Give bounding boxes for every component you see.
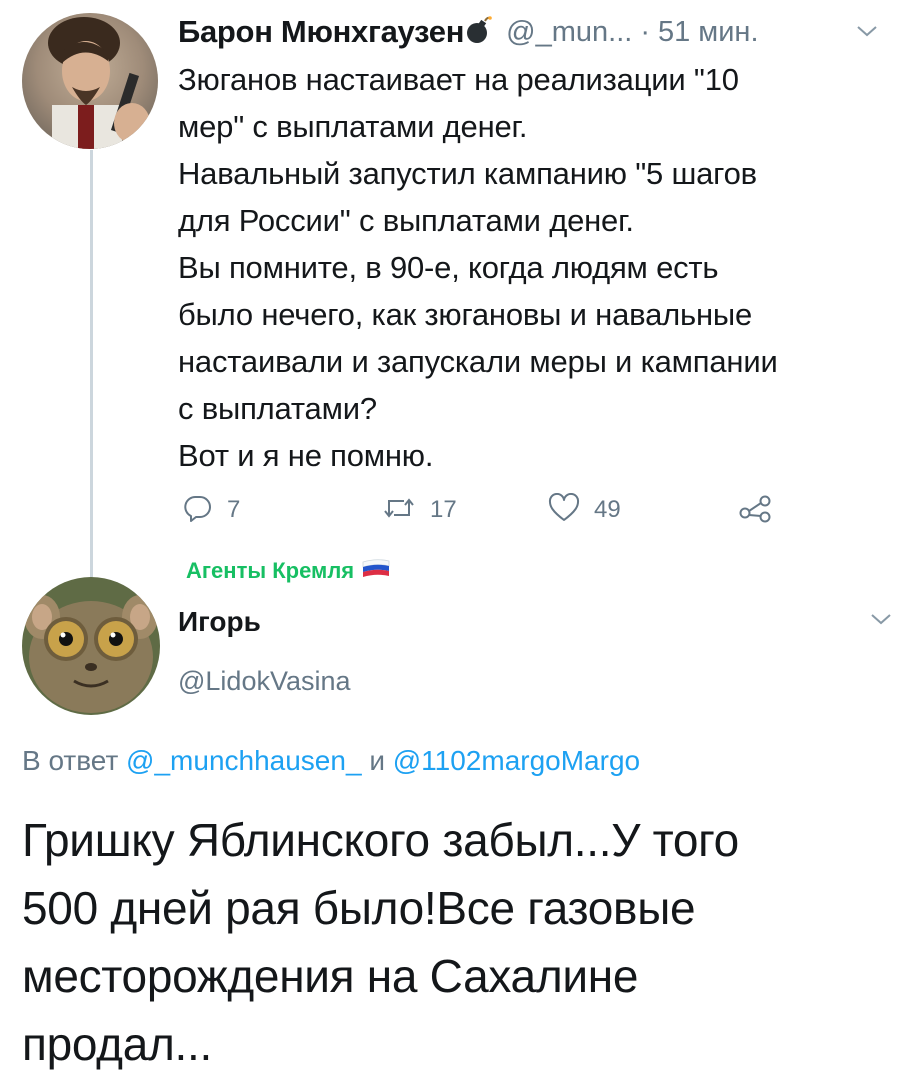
share-button[interactable] (738, 490, 772, 530)
tweet-time[interactable]: 51 мин. (658, 16, 759, 49)
reply-button[interactable]: 7 (183, 490, 240, 530)
heart-icon (548, 492, 580, 528)
reply-text-line: 500 дней рая было!Все газовые (22, 882, 696, 934)
reply-to-line: В ответ @_munchhausen_ и @1102margoMargo (22, 745, 640, 777)
author-avatar[interactable] (22, 13, 158, 149)
author-handle[interactable]: @_mun... (506, 16, 632, 49)
reply-mention-link[interactable]: @1102margoMargo (393, 745, 640, 776)
separator-dot: · (640, 15, 650, 48)
tweet-text-line: Зюганов настаивает на реализации "10 (178, 62, 739, 97)
tweet-text-line: Навальный запустил кампанию "5 шагов (178, 156, 757, 191)
reply-and: и (369, 745, 385, 776)
reply-author-handle[interactable]: @LidokVasina (178, 666, 351, 697)
tweet-text-line: Вот и я не помню. (178, 438, 434, 473)
bomb-icon (466, 15, 492, 49)
tweet-text-line: мер" с выплатами денег. (178, 109, 528, 144)
retweet-button[interactable]: 17 (382, 490, 457, 530)
reply-count: 7 (227, 496, 241, 523)
tweet-text-line: было нечего, как зюгановы и навальные (178, 297, 752, 332)
russian-flag-icon (362, 558, 390, 584)
tweet-text-line: с выплатами? (178, 391, 377, 426)
reply-author-name[interactable]: Игорь (178, 606, 261, 638)
group-label-text: Агенты Кремля (186, 558, 355, 583)
like-count: 49 (594, 496, 621, 523)
chevron-down-icon[interactable] (856, 24, 878, 43)
tweet-text: Зюганов настаивает на реализации "10 мер… (178, 56, 898, 479)
chevron-down-icon[interactable] (870, 612, 892, 631)
retweet-count: 17 (430, 496, 457, 523)
reply-prefix: В ответ (22, 745, 119, 776)
tweet-text-line: Вы помните, в 90-е, когда людям есть (178, 250, 719, 285)
reply-text-line: продал... (22, 1018, 212, 1070)
group-label[interactable]: Агенты Кремля (186, 558, 390, 584)
reply-text-line: месторождения на Сахалине (22, 950, 639, 1002)
author-name[interactable]: Барон Мюнхгаузен (178, 14, 464, 50)
tweet-header: Барон Мюнхгаузен @_mun... · 51 мин. (178, 12, 898, 52)
reply-mention-link[interactable]: @_munchhausen_ (126, 745, 361, 776)
retweet-icon (382, 493, 416, 528)
tweet-text-line: для России" с выплатами денег. (178, 203, 634, 238)
like-button[interactable]: 49 (548, 490, 621, 530)
reply-icon (183, 493, 213, 528)
share-icon (738, 493, 772, 528)
reply-author-avatar[interactable] (22, 577, 160, 715)
tweet-text-line: настаивали и запускали меры и кампании (178, 344, 778, 379)
reply-text-line: Гришку Яблинского забыл...У того (22, 814, 739, 866)
thread-line (90, 150, 93, 580)
reply-text: Гришку Яблинского забыл...У того 500 дне… (22, 806, 902, 1078)
